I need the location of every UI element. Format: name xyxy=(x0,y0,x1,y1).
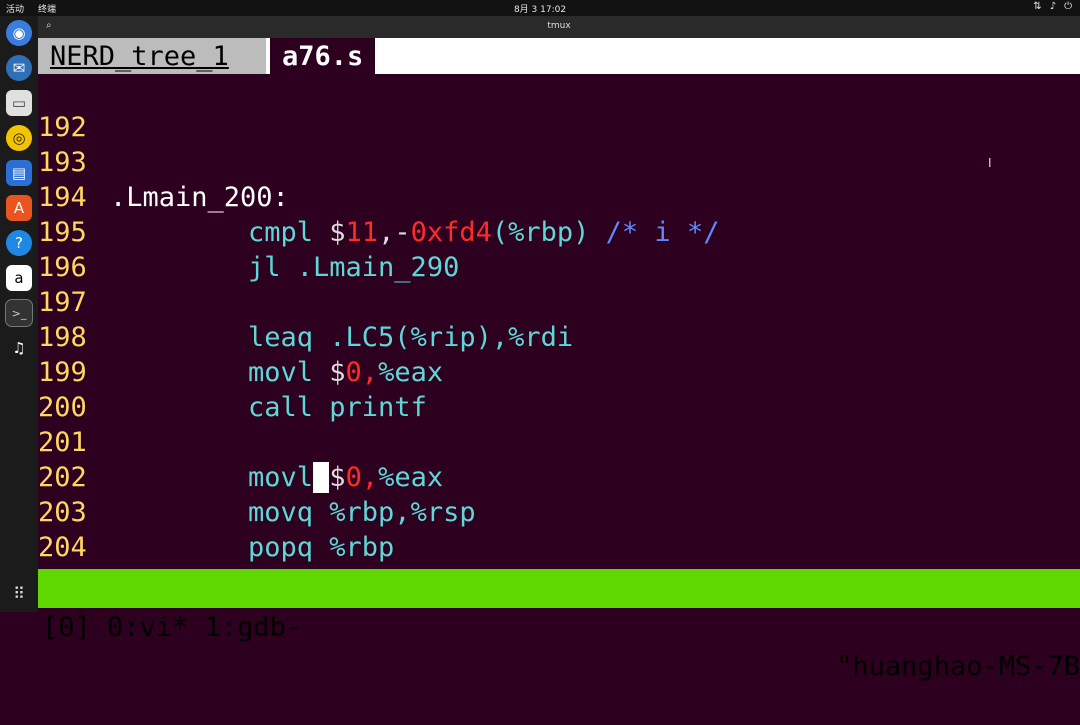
code-line: 198 movl $0,%eax xyxy=(38,285,443,388)
code-line: 204 ret xyxy=(38,495,297,598)
terminal-icon[interactable]: >_ xyxy=(5,299,33,327)
show-apps-icon[interactable]: ⠿ xyxy=(6,580,32,606)
tmux-host-name: "huanghao-MS-7B xyxy=(836,651,1080,682)
system-top-bar: 活动 终端 8月 3 17:02 ⇅ ♪ ⏻ xyxy=(0,0,1080,16)
text-cursor-icon: I xyxy=(988,156,992,170)
instruction: movl xyxy=(248,357,314,388)
software-icon[interactable]: A xyxy=(6,195,32,221)
comment: /* i */ xyxy=(589,217,720,248)
code-line: 197 leaq .LC5(%rip),%rdi xyxy=(38,250,573,353)
activities-button[interactable]: 活动 xyxy=(6,2,24,15)
code-line: 200 xyxy=(38,355,103,423)
number-literal: 0xfd4 xyxy=(410,217,492,248)
number-literal: 0, xyxy=(345,462,379,493)
operand-text: .LC5(%rip),%rdi xyxy=(313,322,574,353)
terminal-area[interactable]: NERD_tree_1 a76.s 192 193 .Lmain_200: 19… xyxy=(38,38,1080,682)
network-icon[interactable]: ⇅ xyxy=(1033,1,1041,12)
code-text: popq %rbp xyxy=(248,530,394,565)
volume-icon[interactable]: ♪ xyxy=(1050,1,1056,12)
code-text: movq %rbp,%rsp xyxy=(248,495,476,530)
instruction: leaq xyxy=(248,322,314,353)
app-menu[interactable]: 终端 xyxy=(38,2,56,15)
operand-text: .Lmain_290 xyxy=(280,252,460,283)
search-icon[interactable]: ⌕ xyxy=(46,20,52,31)
window-title: tmux xyxy=(547,21,571,31)
amazon-icon[interactable]: a xyxy=(6,265,32,291)
instruction: call xyxy=(248,392,314,423)
operand-text: %rbp,%rsp xyxy=(313,497,476,528)
code-line: 196 xyxy=(38,215,103,283)
register-text: (%rbp) xyxy=(491,217,590,248)
code-text: movl $0,%eax xyxy=(248,355,443,390)
code-line: 195 jl .Lmain_290 xyxy=(38,180,459,283)
files-icon[interactable]: ▭ xyxy=(6,90,32,116)
code-line: 203 popq %rbp xyxy=(38,460,394,563)
code-line: 201 movl $0,%eax xyxy=(38,390,443,493)
help-icon[interactable]: ? xyxy=(6,230,32,256)
instruction: cmpl xyxy=(248,217,314,248)
music-icon[interactable]: ♫ xyxy=(6,335,32,361)
code-line: 202 movq %rbp,%rsp xyxy=(38,425,476,528)
code-text: movl $0,%eax xyxy=(248,460,443,495)
line-number: 204 xyxy=(38,532,87,563)
code-line: 193 .Lmain_200: xyxy=(38,110,289,213)
instruction: jl xyxy=(248,252,281,283)
text-cursor xyxy=(313,462,330,493)
tmux-status-bar: [0] 0:vi* 1:gdb- "huanghao-MS-7B xyxy=(38,569,1080,682)
code-line: 199 call printf xyxy=(38,320,427,423)
tab-nerd-tree[interactable]: NERD_tree_1 xyxy=(38,38,266,74)
operand-text: $ xyxy=(313,217,346,248)
operand-text: printf xyxy=(313,392,427,423)
tmux-window-list[interactable]: [0] 0:vi* 1:gdb- xyxy=(42,608,302,647)
register-text: %eax xyxy=(378,462,444,493)
writer-icon[interactable]: ▤ xyxy=(6,160,32,186)
tab-a76-s[interactable]: a76.s xyxy=(270,38,376,74)
code-text: leaq .LC5(%rip),%rdi xyxy=(248,320,573,355)
code-line: 194 cmpl $11,-0xfd4(%rbp) /* i */ xyxy=(38,145,719,248)
operand-text: ,- xyxy=(378,217,411,248)
vim-tabline: NERD_tree_1 a76.s xyxy=(38,38,1080,74)
code-line: 192 xyxy=(38,75,103,143)
operand-text: $ xyxy=(329,462,346,493)
operand-text: %rbp xyxy=(313,532,395,563)
code-text: jl .Lmain_290 xyxy=(248,250,459,285)
operand-text: $ xyxy=(313,357,346,388)
rhythmbox-icon[interactable]: ◎ xyxy=(6,125,32,151)
instruction: movl xyxy=(248,462,314,493)
register-text: %eax xyxy=(378,357,444,388)
code-text: cmpl $11,-0xfd4(%rbp) /* i */ xyxy=(248,215,719,250)
terminal-titlebar: ⌕ tmux xyxy=(38,16,1080,38)
number-literal: 0, xyxy=(345,357,379,388)
thunderbird-icon[interactable]: ✉ xyxy=(6,55,32,81)
code-text: call printf xyxy=(248,390,427,425)
instruction: movq xyxy=(248,497,314,528)
power-icon[interactable]: ⏻ xyxy=(1064,1,1072,12)
instruction: popq xyxy=(248,532,314,563)
asm-label: .Lmain_200: xyxy=(110,182,289,213)
number-literal: 11 xyxy=(345,217,379,248)
chromium-icon[interactable]: ◉ xyxy=(6,20,32,46)
dock: ◉ ✉ ▭ ◎ ▤ A ? a >_ ♫ ⠿ xyxy=(0,16,38,612)
clock[interactable]: 8月 3 17:02 xyxy=(514,2,566,15)
